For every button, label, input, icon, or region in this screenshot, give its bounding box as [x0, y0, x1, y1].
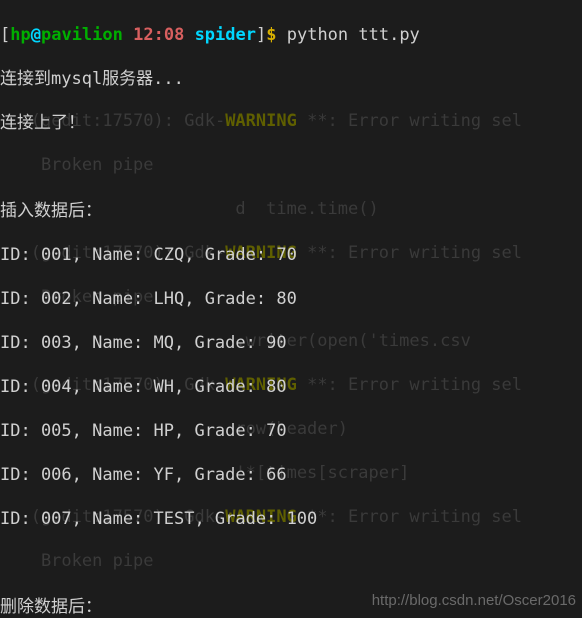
- msg-connecting: 连接到mysql服务器...: [0, 68, 582, 90]
- prompt-dir: spider: [195, 25, 256, 45]
- section-insert-header: 插入数据后：: [0, 200, 582, 222]
- msg-connected: 连接上了！: [0, 112, 582, 134]
- table-row: ID: 004, Name: WH, Grade: 80: [0, 376, 582, 398]
- prompt-dollar: $: [266, 25, 276, 45]
- prompt-line: [hp@pavilion 12:08 spider]$ python ttt.p…: [0, 24, 582, 46]
- table-row: ID: 003, Name: MQ, Grade: 90: [0, 332, 582, 354]
- terminal-output[interactable]: [hp@pavilion 12:08 spider]$ python ttt.p…: [0, 0, 582, 618]
- table-row: ID: 002, Name: LHQ, Grade: 80: [0, 288, 582, 310]
- table-row: ID: 005, Name: HP, Grade: 70: [0, 420, 582, 442]
- table-row: ID: 006, Name: YF, Grade: 66: [0, 464, 582, 486]
- prompt-at: @: [31, 25, 41, 45]
- prompt-time: 12:08: [133, 25, 184, 45]
- section-delete-header: 删除数据后：: [0, 596, 582, 618]
- prompt-user: hp: [10, 25, 30, 45]
- table-row: ID: 001, Name: CZQ, Grade: 70: [0, 244, 582, 266]
- command-text: python ttt.py: [287, 25, 420, 45]
- table-row: ID: 007, Name: TEST, Grade: 100: [0, 508, 582, 530]
- prompt-host: pavilion: [41, 25, 123, 45]
